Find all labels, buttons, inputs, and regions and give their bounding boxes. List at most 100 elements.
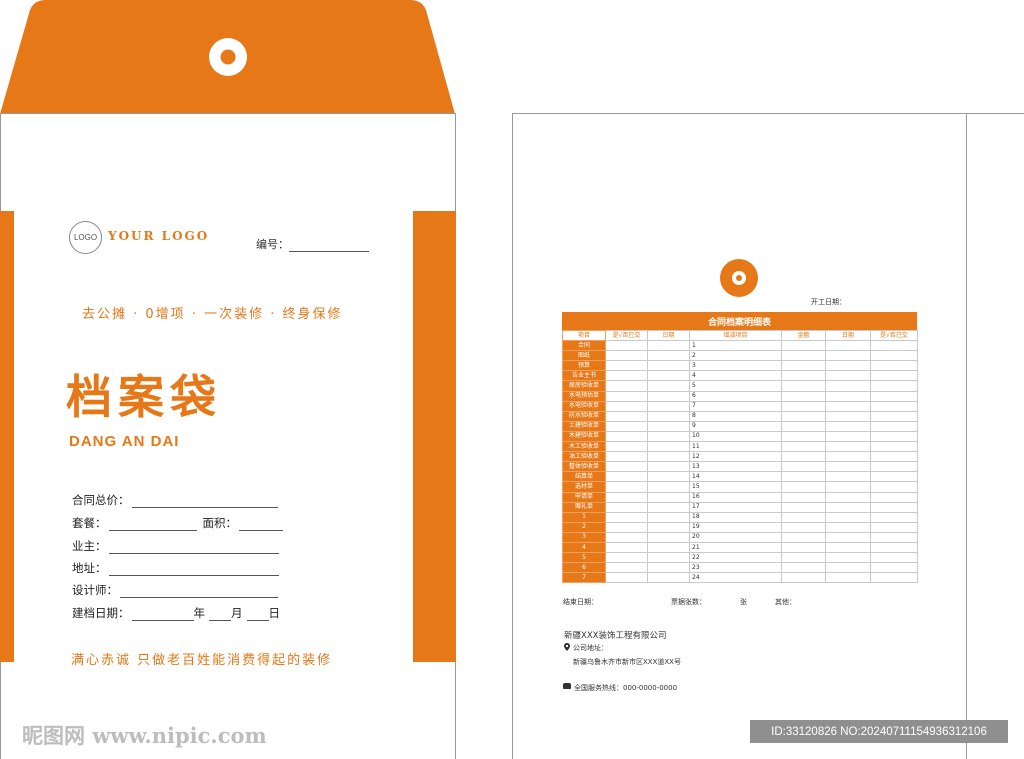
table-cell-blank[interactable] — [605, 471, 648, 483]
row-number[interactable]: 11 — [689, 441, 782, 453]
table-cell-blank[interactable] — [605, 451, 648, 463]
table-cell-blank[interactable] — [781, 471, 826, 483]
table-cell-blank[interactable] — [605, 552, 648, 564]
table-cell-blank[interactable] — [781, 562, 826, 574]
row-number[interactable]: 13 — [689, 461, 782, 473]
table-cell-blank[interactable] — [781, 451, 826, 463]
table-cell-blank[interactable] — [605, 491, 648, 503]
table-cell-blank[interactable] — [605, 461, 648, 473]
table-cell-blank[interactable] — [781, 501, 826, 513]
table-cell-blank[interactable] — [825, 400, 871, 412]
table-cell-blank[interactable] — [870, 461, 918, 473]
table-cell-blank[interactable] — [825, 501, 871, 513]
owner-field[interactable]: 业主： — [72, 538, 279, 554]
table-cell-blank[interactable] — [870, 471, 918, 483]
table-cell-blank[interactable] — [825, 572, 871, 584]
table-cell-blank[interactable] — [870, 420, 918, 432]
table-cell-blank[interactable] — [647, 481, 690, 493]
table-cell-blank[interactable] — [825, 410, 871, 422]
row-number[interactable]: 15 — [689, 481, 782, 493]
row-number[interactable]: 2 — [689, 350, 782, 362]
table-cell-blank[interactable] — [825, 481, 871, 493]
table-cell-blank[interactable] — [870, 531, 918, 543]
table-cell-blank[interactable] — [870, 380, 918, 392]
row-number[interactable]: 8 — [689, 410, 782, 422]
table-cell-blank[interactable] — [647, 521, 690, 533]
row-number[interactable]: 1 — [689, 340, 782, 352]
table-cell-blank[interactable] — [605, 531, 648, 543]
table-cell-blank[interactable] — [825, 430, 871, 443]
table-cell-blank[interactable] — [870, 390, 918, 402]
row-number[interactable]: 6 — [689, 390, 782, 402]
table-cell-blank[interactable] — [647, 410, 690, 422]
table-cell-blank[interactable] — [647, 390, 690, 402]
contract-total-field[interactable]: 合同总价： — [72, 492, 278, 508]
table-cell-blank[interactable] — [870, 400, 918, 412]
table-cell-blank[interactable] — [870, 360, 918, 372]
table-cell-blank[interactable] — [647, 541, 690, 554]
table-cell-blank[interactable] — [870, 562, 918, 574]
table-cell-blank[interactable] — [781, 521, 826, 533]
table-cell-blank[interactable] — [647, 562, 690, 574]
table-cell-blank[interactable] — [825, 541, 871, 554]
table-cell-blank[interactable] — [647, 350, 690, 362]
designer-field[interactable]: 设计师： — [72, 582, 278, 598]
table-cell-blank[interactable] — [781, 380, 826, 392]
table-cell-blank[interactable] — [825, 380, 871, 392]
table-cell-blank[interactable] — [870, 430, 918, 443]
table-cell-blank[interactable] — [825, 521, 871, 533]
row-number[interactable]: 3 — [689, 360, 782, 372]
table-cell-blank[interactable] — [605, 521, 648, 533]
table-cell-blank[interactable] — [870, 501, 918, 513]
table-cell-blank[interactable] — [605, 541, 648, 554]
table-cell-blank[interactable] — [647, 441, 690, 453]
table-cell-blank[interactable] — [870, 572, 918, 584]
table-cell-blank[interactable] — [825, 390, 871, 402]
table-cell-blank[interactable] — [825, 491, 871, 503]
table-cell-blank[interactable] — [647, 491, 690, 503]
table-cell-blank[interactable] — [781, 552, 826, 564]
serial-number-field[interactable]: 编号： — [256, 236, 369, 252]
table-cell-blank[interactable] — [781, 360, 826, 372]
table-cell-blank[interactable] — [647, 430, 690, 443]
table-cell-blank[interactable] — [781, 410, 826, 422]
table-cell-blank[interactable] — [870, 552, 918, 564]
table-cell-blank[interactable] — [781, 390, 826, 402]
table-cell-blank[interactable] — [825, 340, 871, 352]
table-cell-blank[interactable] — [605, 572, 648, 584]
table-cell-blank[interactable] — [870, 340, 918, 352]
table-cell-blank[interactable] — [870, 350, 918, 362]
table-cell-blank[interactable] — [781, 400, 826, 412]
table-cell-blank[interactable] — [647, 501, 690, 513]
table-cell-blank[interactable] — [605, 350, 648, 362]
table-cell-blank[interactable] — [605, 390, 648, 402]
table-cell-blank[interactable] — [825, 370, 871, 382]
table-cell-blank[interactable] — [781, 572, 826, 584]
table-cell-blank[interactable] — [647, 380, 690, 392]
table-cell-blank[interactable] — [605, 410, 648, 422]
table-cell-blank[interactable] — [781, 430, 826, 443]
table-cell-blank[interactable] — [605, 370, 648, 382]
table-cell-blank[interactable] — [825, 562, 871, 574]
table-cell-blank[interactable] — [647, 471, 690, 483]
table-cell-blank[interactable] — [647, 461, 690, 473]
row-number[interactable]: 18 — [689, 511, 782, 523]
table-cell-blank[interactable] — [647, 370, 690, 382]
table-cell-blank[interactable] — [781, 541, 826, 554]
table-cell-blank[interactable] — [825, 350, 871, 362]
table-cell-blank[interactable] — [605, 441, 648, 453]
table-cell-blank[interactable] — [647, 451, 690, 463]
table-cell-blank[interactable] — [781, 531, 826, 543]
table-cell-blank[interactable] — [605, 501, 648, 513]
row-number[interactable]: 4 — [689, 370, 782, 382]
row-number[interactable]: 10 — [689, 430, 782, 443]
table-cell-blank[interactable] — [647, 531, 690, 543]
row-number[interactable]: 24 — [689, 572, 782, 584]
row-number[interactable]: 16 — [689, 491, 782, 503]
table-cell-blank[interactable] — [825, 471, 871, 483]
table-cell-blank[interactable] — [781, 481, 826, 493]
table-cell-blank[interactable] — [781, 461, 826, 473]
table-cell-blank[interactable] — [825, 461, 871, 473]
table-cell-blank[interactable] — [605, 481, 648, 493]
table-cell-blank[interactable] — [647, 511, 690, 523]
